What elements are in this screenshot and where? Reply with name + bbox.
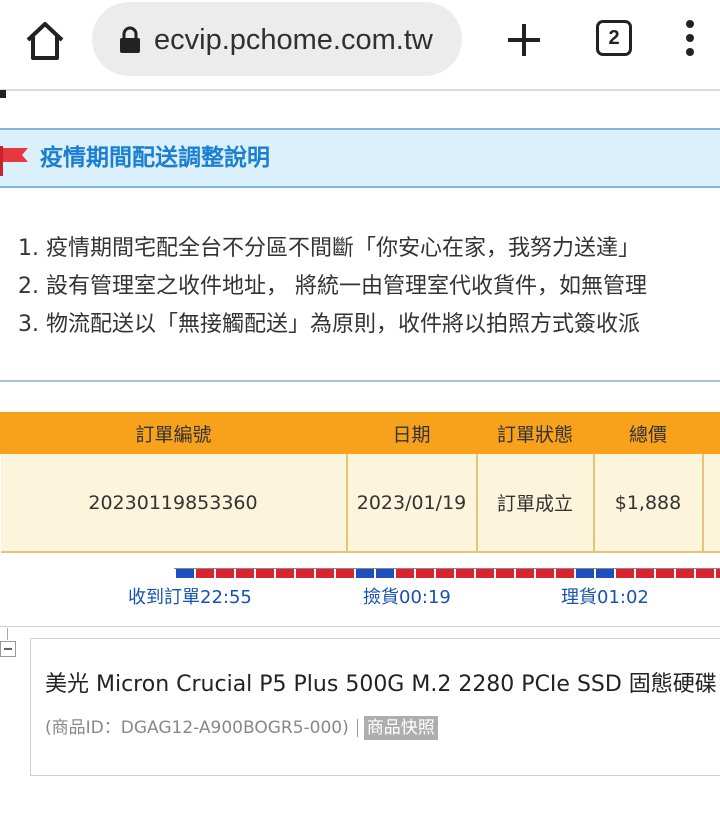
- header-order-no: 訂單編號: [0, 412, 347, 454]
- section-divider: [0, 626, 720, 627]
- progress-segment: [716, 569, 720, 578]
- progress-segment: [176, 569, 194, 578]
- progress-segment: [496, 569, 514, 578]
- notice-item: 3. 物流配送以「無接觸配送」為原則，收件將以拍照方式簽收派: [18, 312, 640, 337]
- order-table: 訂單編號 日期 訂單狀態 總價 20230119853360 2023/01/1…: [0, 412, 720, 553]
- progress-segment: [696, 569, 714, 578]
- progress-segment: [336, 569, 354, 578]
- shipping-progress-bar: [174, 568, 720, 579]
- home-icon[interactable]: [22, 18, 68, 64]
- notice-title: 疫情期間配送調整說明: [40, 145, 270, 171]
- collapse-icon[interactable]: [0, 641, 16, 657]
- order-number[interactable]: 20230119853360: [0, 454, 348, 553]
- more-menu-icon[interactable]: [682, 18, 698, 58]
- table-row: 20230119853360 2023/01/19 訂單成立 $1,888: [0, 454, 720, 553]
- header-date: 日期: [346, 412, 477, 454]
- address-bar[interactable]: ecvip.pchome.com.tw: [92, 2, 462, 76]
- clipped-content-mark: [0, 90, 6, 98]
- browser-toolbar: ecvip.pchome.com.tw 2: [0, 0, 720, 91]
- order-date: 2023/01/19: [346, 454, 478, 553]
- progress-segment: [196, 569, 214, 578]
- timeline-picked: 撿貨00:19: [363, 587, 451, 608]
- notice-list: 1. 疫情期間宅配全台不分區不間斷「你安心在家，我努力送達」 2. 設有管理室之…: [18, 230, 720, 344]
- lock-icon: [120, 26, 140, 53]
- product-id: (商品ID：DGAG12-A900BOGR5-000): [45, 718, 349, 738]
- progress-segment: [296, 569, 314, 578]
- toolbar-divider: [0, 89, 720, 91]
- progress-segment: [576, 569, 594, 578]
- notice-item: 2. 設有管理室之收件地址， 將統一由管理室代收貨件，如無管理: [18, 274, 647, 299]
- flag-icon: [0, 146, 28, 176]
- progress-segment: [376, 569, 394, 578]
- progress-segment: [656, 569, 674, 578]
- header-extra: [702, 412, 720, 454]
- order-total: $1,888: [593, 454, 704, 553]
- header-status: 訂單狀態: [476, 412, 594, 454]
- product-snapshot-button[interactable]: 商品快照: [363, 716, 438, 740]
- tree-line: [7, 628, 8, 640]
- timeline-processed: 理貨01:02: [561, 587, 649, 608]
- progress-segment: [316, 569, 334, 578]
- progress-segment: [536, 569, 554, 578]
- progress-segment: [436, 569, 454, 578]
- progress-segment: [516, 569, 534, 578]
- progress-segment: [556, 569, 574, 578]
- progress-segment: [356, 569, 374, 578]
- progress-segment: [396, 569, 414, 578]
- notice-item: 1. 疫情期間宅配全台不分區不間斷「你安心在家，我努力送達」: [18, 236, 640, 261]
- progress-segment: [676, 569, 694, 578]
- progress-segment: [276, 569, 294, 578]
- order-extra-cell: [702, 454, 720, 553]
- progress-segment: [456, 569, 474, 578]
- notice-header: 疫情期間配送調整說明: [0, 128, 720, 188]
- product-id-line: (商品ID：DGAG12-A900BOGR5-000) 商品快照: [45, 715, 438, 741]
- product-name[interactable]: 美光 Micron Crucial P5 Plus 500G M.2 2280 …: [45, 669, 717, 701]
- progress-segment: [476, 569, 494, 578]
- new-tab-icon[interactable]: [504, 20, 544, 60]
- product-card: 美光 Micron Crucial P5 Plus 500G M.2 2280 …: [30, 638, 720, 776]
- progress-segment: [616, 569, 634, 578]
- progress-segment: [216, 569, 234, 578]
- order-table-header: 訂單編號 日期 訂單狀態 總價: [0, 412, 720, 454]
- notice-divider: [0, 380, 720, 382]
- url-text: ecvip.pchome.com.tw: [154, 24, 433, 56]
- progress-segment: [236, 569, 254, 578]
- progress-segment: [256, 569, 274, 578]
- order-status: 訂單成立: [476, 454, 595, 553]
- tab-switcher-button[interactable]: 2: [596, 20, 632, 56]
- progress-segment: [416, 569, 434, 578]
- progress-segment: [636, 569, 654, 578]
- separator: [356, 719, 358, 737]
- header-total: 總價: [593, 412, 703, 454]
- progress-segment: [596, 569, 614, 578]
- timeline-received: 收到訂單22:55: [128, 587, 252, 608]
